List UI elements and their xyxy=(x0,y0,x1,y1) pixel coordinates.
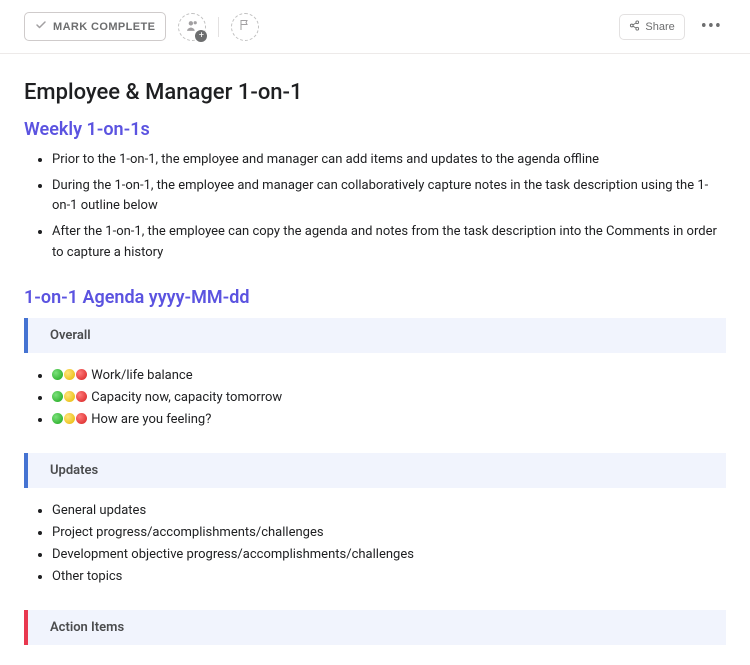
list-item[interactable]: Project progress/accomplishments/challen… xyxy=(52,522,726,544)
red-dot-icon xyxy=(76,369,87,380)
more-actions-button[interactable]: ••• xyxy=(697,18,726,36)
flag-icon xyxy=(239,19,251,34)
list-item[interactable]: Capacity now, capacity tomorrow xyxy=(52,387,726,409)
list-item[interactable]: Other topics xyxy=(52,566,726,588)
toolbar: MARK COMPLETE + Share ••• xyxy=(0,0,750,54)
list-item[interactable]: Prior to the 1-on-1, the employee and ma… xyxy=(52,150,726,170)
list-item[interactable]: How are you feeling? xyxy=(52,409,726,431)
share-button[interactable]: Share xyxy=(619,14,684,40)
red-dot-icon xyxy=(76,391,87,402)
toolbar-divider xyxy=(218,17,219,37)
overall-label: Overall xyxy=(50,328,91,343)
mark-complete-button[interactable]: MARK COMPLETE xyxy=(24,12,166,41)
agenda-heading[interactable]: 1-on-1 Agenda yyyy-MM-dd xyxy=(24,287,726,308)
overall-list: Work/life balance Capacity now, capacity… xyxy=(24,365,726,431)
updates-list: General updates Project progress/accompl… xyxy=(24,500,726,588)
list-item[interactable]: General updates xyxy=(52,500,726,522)
green-dot-icon xyxy=(52,391,63,402)
list-item[interactable]: Work/life balance xyxy=(52,365,726,387)
action-items-label: Action Items xyxy=(50,620,124,635)
overall-block-header[interactable]: Overall xyxy=(24,318,726,353)
weekly-list: Prior to the 1-on-1, the employee and ma… xyxy=(24,150,726,263)
overall-item-text: How are you feeling? xyxy=(91,412,211,427)
overall-item-text: Capacity now, capacity tomorrow xyxy=(91,390,282,405)
overall-item-text: Work/life balance xyxy=(91,368,192,383)
list-item[interactable]: Development objective progress/accomplis… xyxy=(52,544,726,566)
share-icon xyxy=(629,20,640,34)
share-label: Share xyxy=(645,21,674,33)
mark-complete-label: MARK COMPLETE xyxy=(53,21,155,33)
green-dot-icon xyxy=(52,413,63,424)
check-icon xyxy=(35,19,47,34)
action-items-block-header[interactable]: Action Items xyxy=(24,610,726,645)
document-body: Employee & Manager 1-on-1 Weekly 1-on-1s… xyxy=(0,54,750,665)
add-assignee-button[interactable]: + xyxy=(178,13,206,41)
add-flag-button[interactable] xyxy=(231,13,259,41)
list-item[interactable]: During the 1-on-1, the employee and mana… xyxy=(52,176,726,216)
plus-icon: + xyxy=(195,30,207,42)
page-title[interactable]: Employee & Manager 1-on-1 xyxy=(24,80,726,105)
list-item[interactable]: After the 1-on-1, the employee can copy … xyxy=(52,222,726,262)
updates-block-header[interactable]: Updates xyxy=(24,453,726,488)
red-dot-icon xyxy=(76,413,87,424)
yellow-dot-icon xyxy=(64,413,75,424)
updates-label: Updates xyxy=(50,463,98,478)
green-dot-icon xyxy=(52,369,63,380)
yellow-dot-icon xyxy=(64,391,75,402)
weekly-heading[interactable]: Weekly 1-on-1s xyxy=(24,119,726,140)
yellow-dot-icon xyxy=(64,369,75,380)
